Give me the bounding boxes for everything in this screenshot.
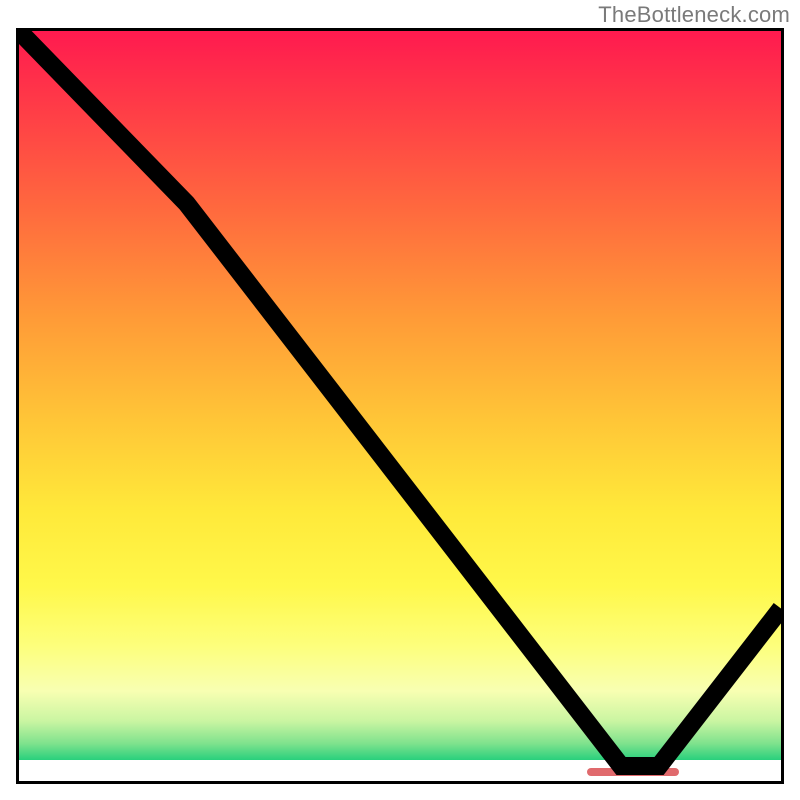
chart-frame xyxy=(16,28,784,784)
curve-path xyxy=(19,31,781,766)
attribution-text: TheBottleneck.com xyxy=(598,2,790,28)
bottleneck-curve xyxy=(19,31,781,781)
